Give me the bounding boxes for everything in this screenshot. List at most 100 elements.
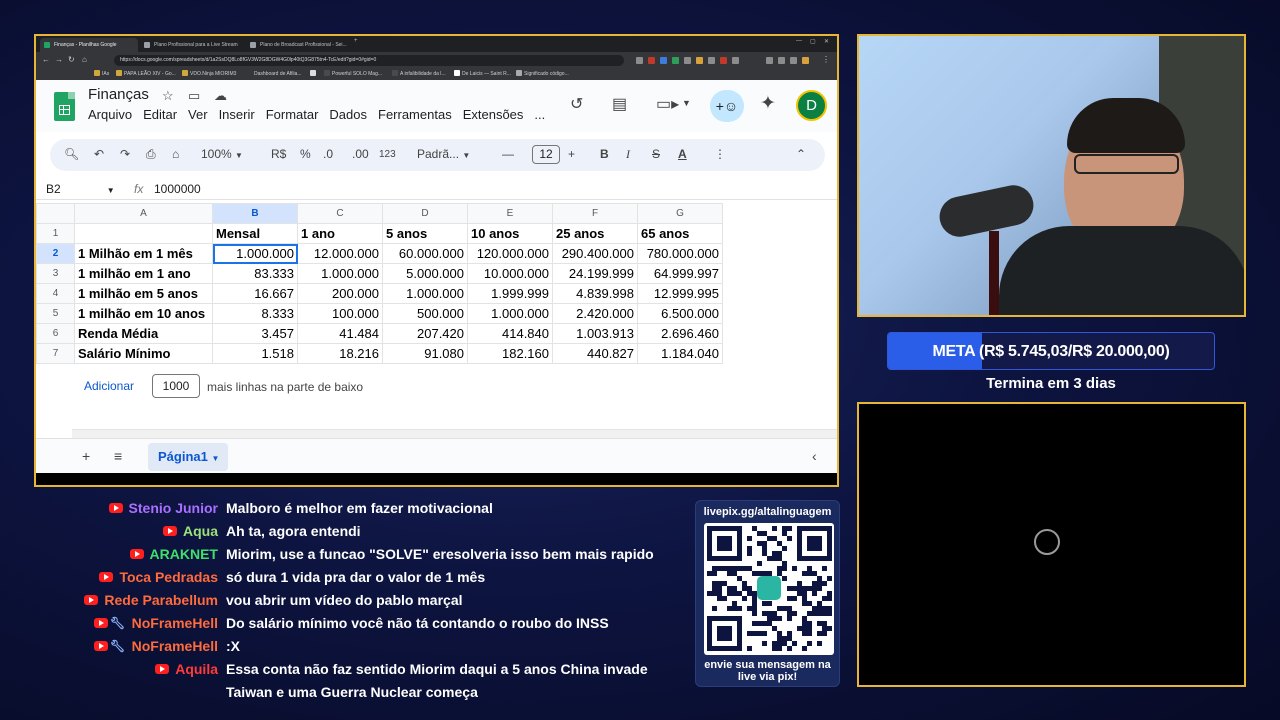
cell[interactable]: 1 milhão em 10 anos bbox=[74, 303, 213, 324]
back-icon[interactable]: ← bbox=[42, 55, 50, 64]
cell[interactable]: 500.000 bbox=[382, 303, 468, 324]
close-window-icon[interactable]: ✕ bbox=[824, 38, 829, 45]
paint-format-icon[interactable]: ⌂ bbox=[172, 147, 179, 161]
profile-icon[interactable] bbox=[802, 57, 809, 64]
extension-icon[interactable] bbox=[790, 57, 797, 64]
sheets-logo-icon[interactable] bbox=[54, 92, 75, 121]
menu-view[interactable]: Ver bbox=[188, 107, 208, 122]
cell[interactable]: 5.000.000 bbox=[382, 263, 468, 284]
cell[interactable]: Renda Média bbox=[74, 323, 213, 344]
cell[interactable]: 83.333 bbox=[212, 263, 298, 284]
cell[interactable]: 60.000.000 bbox=[382, 243, 468, 264]
bookmark-item[interactable]: A infalibilidade da l... bbox=[392, 70, 446, 79]
cell[interactable]: 1.003.913 bbox=[552, 323, 638, 344]
version-history-icon[interactable]: ↺ bbox=[570, 94, 583, 114]
bookmark-item[interactable]: VDO.Ninja MIORIM3 bbox=[182, 70, 236, 79]
cell[interactable]: 1 ano bbox=[297, 223, 383, 244]
column-header[interactable]: G bbox=[637, 203, 723, 224]
row-header[interactable]: 3 bbox=[36, 263, 75, 284]
menu-tools[interactable]: Ferramentas bbox=[378, 107, 452, 122]
bookmark-item[interactable]: IAs bbox=[94, 70, 109, 79]
undo-icon[interactable]: ↶ bbox=[94, 147, 104, 161]
column-header[interactable]: C bbox=[297, 203, 383, 224]
share-button[interactable]: +☺ bbox=[710, 90, 744, 122]
extension-icon[interactable] bbox=[720, 57, 727, 64]
cell[interactable]: 10 anos bbox=[467, 223, 553, 244]
currency-format-button[interactable]: R$ bbox=[271, 147, 286, 161]
cell[interactable]: 2.420.000 bbox=[552, 303, 638, 324]
percent-format-button[interactable]: % bbox=[300, 147, 311, 161]
avatar[interactable]: D bbox=[796, 90, 827, 121]
cell[interactable]: 24.199.999 bbox=[552, 263, 638, 284]
cell[interactable]: 207.420 bbox=[382, 323, 468, 344]
extension-icon[interactable] bbox=[636, 57, 643, 64]
cell[interactable]: 41.484 bbox=[297, 323, 383, 344]
extension-icon[interactable] bbox=[732, 57, 739, 64]
browser-menu-icon[interactable]: ⋮ bbox=[822, 55, 830, 64]
cell[interactable]: 1 Milhão em 1 mês bbox=[74, 243, 213, 264]
cell[interactable]: 440.827 bbox=[552, 343, 638, 364]
cell[interactable]: 1.000.000 bbox=[212, 243, 298, 264]
horizontal-scrollbar[interactable] bbox=[72, 429, 837, 438]
extension-icon[interactable] bbox=[684, 57, 691, 64]
extension-icon[interactable] bbox=[778, 57, 785, 64]
cell[interactable]: 1.000.000 bbox=[467, 303, 553, 324]
cell[interactable]: 1.184.040 bbox=[637, 343, 723, 364]
number-format-button[interactable]: 123 bbox=[379, 149, 396, 160]
minimize-icon[interactable]: — bbox=[796, 38, 802, 44]
forward-icon[interactable]: → bbox=[55, 55, 63, 64]
decrease-font-size-button[interactable]: — bbox=[502, 147, 514, 161]
print-icon[interactable]: ⎙ bbox=[146, 147, 156, 162]
name-box[interactable]: B2 ▼ bbox=[46, 182, 115, 196]
menu-insert[interactable]: Inserir bbox=[219, 107, 255, 122]
column-header[interactable]: E bbox=[467, 203, 553, 224]
chevron-down-icon[interactable]: ▼ bbox=[682, 98, 691, 108]
browser-tab-broadcast[interactable]: Plano de Broadcast Profissional - Sei... bbox=[246, 38, 350, 52]
cell[interactable] bbox=[74, 223, 213, 244]
formula-input[interactable]: 1000000 bbox=[154, 182, 201, 196]
cell[interactable]: 200.000 bbox=[297, 283, 383, 304]
cell[interactable]: 25 anos bbox=[552, 223, 638, 244]
cell[interactable]: 3.457 bbox=[212, 323, 298, 344]
font-size-input[interactable]: 12 bbox=[532, 145, 560, 164]
decrease-decimal-button[interactable]: .0 bbox=[323, 147, 333, 161]
increase-decimal-button[interactable]: .00 bbox=[352, 147, 369, 161]
search-icon[interactable]: 🔍︎ bbox=[64, 147, 79, 161]
more-options-icon[interactable]: ⋮ bbox=[714, 147, 726, 161]
new-tab-icon[interactable]: + bbox=[354, 38, 358, 44]
cell[interactable]: 12.999.995 bbox=[637, 283, 723, 304]
extension-icon[interactable] bbox=[672, 57, 679, 64]
cell[interactable]: 18.216 bbox=[297, 343, 383, 364]
reload-icon[interactable]: ↻ bbox=[68, 55, 75, 64]
column-header[interactable]: A bbox=[74, 203, 213, 224]
cloud-status-icon[interactable]: ☁ bbox=[214, 88, 227, 104]
menu-extensions[interactable]: Extensões bbox=[463, 107, 524, 122]
cell[interactable]: 290.400.000 bbox=[552, 243, 638, 264]
bookmark-item[interactable]: Significado código... bbox=[516, 70, 569, 79]
select-all-corner[interactable] bbox=[36, 203, 75, 224]
cell[interactable]: 8.333 bbox=[212, 303, 298, 324]
cell[interactable]: 414.840 bbox=[467, 323, 553, 344]
extension-icon[interactable] bbox=[766, 57, 773, 64]
row-header[interactable]: 7 bbox=[36, 343, 75, 364]
extension-icon[interactable] bbox=[648, 57, 655, 64]
cell[interactable]: 182.160 bbox=[467, 343, 553, 364]
zoom-select[interactable]: 100% ▼ bbox=[201, 147, 243, 161]
bold-button[interactable]: B bbox=[600, 147, 609, 161]
cell[interactable]: 100.000 bbox=[297, 303, 383, 324]
bookmark-item[interactable]: Dashboard de Afilia... bbox=[254, 70, 302, 79]
menu-file[interactable]: Arquivo bbox=[88, 107, 132, 122]
cell[interactable]: 12.000.000 bbox=[297, 243, 383, 264]
menu-more[interactable]: ... bbox=[534, 107, 545, 122]
font-select[interactable]: Padrã... ▼ bbox=[417, 147, 470, 161]
italic-button[interactable]: I bbox=[626, 147, 630, 162]
maximize-icon[interactable]: ▢ bbox=[810, 38, 816, 45]
cell[interactable]: 4.839.998 bbox=[552, 283, 638, 304]
cell[interactable]: 10.000.000 bbox=[467, 263, 553, 284]
cell[interactable]: 91.080 bbox=[382, 343, 468, 364]
add-sheet-icon[interactable]: + bbox=[82, 448, 90, 464]
strikethrough-button[interactable]: S bbox=[652, 147, 660, 161]
cell[interactable]: 120.000.000 bbox=[467, 243, 553, 264]
column-header[interactable]: F bbox=[552, 203, 638, 224]
cell[interactable]: 1 milhão em 5 anos bbox=[74, 283, 213, 304]
